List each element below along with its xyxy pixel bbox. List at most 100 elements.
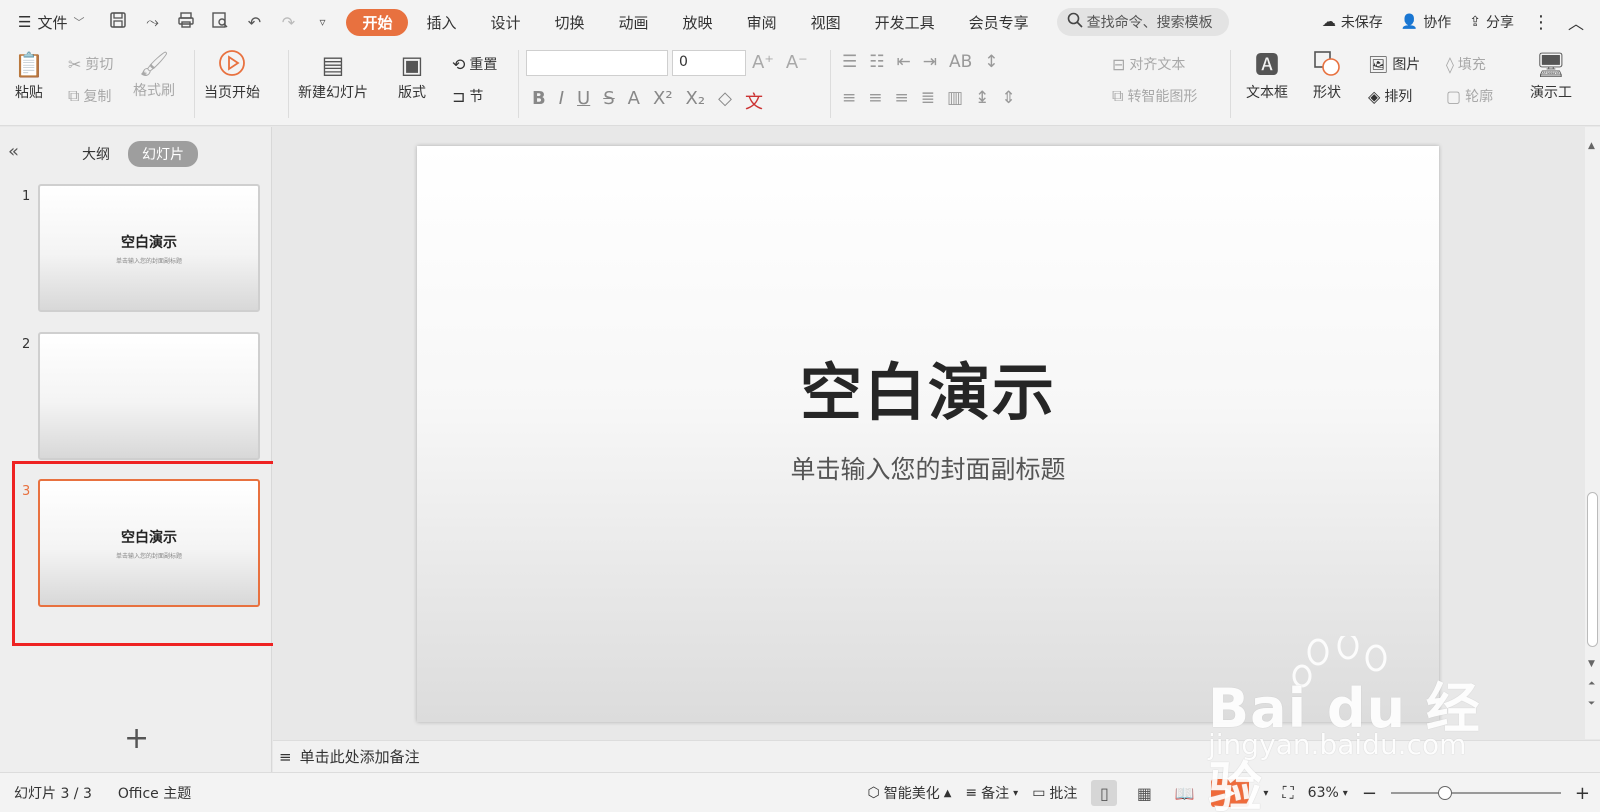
tab-transitions[interactable]: 切换	[539, 9, 601, 36]
section-button[interactable]: ⊐ 节	[452, 86, 483, 106]
justify-icon[interactable]: ≣	[921, 88, 935, 108]
scroll-down-icon[interactable]: ▼	[1588, 659, 1595, 669]
paragraph-spacing-icon[interactable]: ⇕	[1001, 88, 1015, 108]
more-options-icon[interactable]: ⋮	[1532, 12, 1550, 33]
bold-icon[interactable]: B	[532, 88, 546, 114]
tab-member[interactable]: 会员专享	[953, 9, 1045, 36]
share-button[interactable]: ⇪ 分享	[1469, 12, 1514, 32]
command-search-box[interactable]: 查找命令、搜索模板	[1056, 8, 1229, 36]
export-icon[interactable]: ⤳	[142, 12, 162, 32]
start-from-current-button[interactable]: 当页开始	[204, 48, 260, 102]
paste-button[interactable]: 📋 粘贴	[14, 48, 44, 102]
strikethrough-icon[interactable]: S	[603, 88, 614, 114]
format-painter-button[interactable]: 🖌 格式刷	[133, 50, 175, 100]
next-slide-icon[interactable]: ⏷	[1588, 699, 1595, 709]
share-icon: ⇪	[1469, 14, 1481, 30]
font-color-icon[interactable]: A	[628, 88, 640, 114]
smart-shape-button[interactable]: ⧉ 转智能图形	[1112, 86, 1197, 106]
add-slide-icon[interactable]: +	[124, 721, 149, 756]
smart-beautify-button[interactable]: ⬡ 智能美化 ▲	[867, 783, 951, 803]
play-circle-icon	[217, 48, 247, 82]
outline-button[interactable]: ▢ 轮廓	[1446, 86, 1493, 106]
text-direction-icon[interactable]: AB	[949, 52, 972, 72]
tab-home[interactable]: 开始	[346, 8, 409, 36]
scroll-up-icon[interactable]: ▲	[1588, 141, 1595, 151]
comments-button[interactable]: ▭ 批注	[1032, 783, 1077, 803]
undo-icon[interactable]: ↶	[244, 13, 264, 32]
search-placeholder: 查找命令、搜索模板	[1086, 15, 1213, 31]
tab-view[interactable]: 视图	[795, 9, 857, 36]
textbox-button[interactable]: 🅰 文本框	[1246, 48, 1288, 102]
picture-icon: 🖼	[1368, 54, 1389, 74]
menu-bar: ☰ 文件 ﹀ ⤳ ↶ ↷ ▿ 开始 插入 设计 切换 动画 放映 审阅 视图 开…	[0, 0, 1600, 44]
unsaved-status[interactable]: ☁ 未保存	[1322, 12, 1383, 32]
numbering-icon[interactable]: ☷	[869, 52, 884, 72]
picture-button[interactable]: 🖼 图片	[1368, 54, 1420, 74]
align-right-icon[interactable]: ≡	[895, 88, 909, 108]
bullets-icon[interactable]: ☰	[842, 52, 857, 72]
align-text-button[interactable]: ⊟ 对齐文本	[1112, 54, 1185, 74]
italic-icon[interactable]: I	[559, 88, 564, 114]
slide-title[interactable]: 空白演示	[800, 342, 1056, 432]
reset-button[interactable]: ⟲ 重置	[452, 54, 497, 74]
eraser-icon[interactable]: ◇	[718, 88, 732, 114]
grid-icon: ▦	[1136, 783, 1152, 803]
tab-outline[interactable]: 大纲	[74, 142, 118, 166]
sorter-view-button[interactable]: ▦	[1131, 780, 1157, 806]
line-spacing-icon[interactable]: ↨	[975, 88, 989, 108]
decrease-indent-icon[interactable]: ⇤	[897, 52, 911, 72]
redo-icon[interactable]: ↷	[278, 13, 298, 32]
tab-design[interactable]: 设计	[475, 9, 537, 36]
tab-developer[interactable]: 开发工具	[859, 9, 951, 36]
scrollbar-thumb[interactable]	[1587, 492, 1598, 647]
subscript-icon[interactable]: X₂	[686, 88, 706, 114]
tab-slideshow[interactable]: 放映	[667, 9, 729, 36]
collapse-ribbon-icon[interactable]: ︿	[1568, 10, 1584, 34]
new-slide-button[interactable]: ▤ 新建幻灯片	[298, 48, 368, 102]
tab-insert[interactable]: 插入	[410, 9, 472, 36]
cloud-icon: ☁	[1321, 14, 1336, 30]
shape-button[interactable]: 形状	[1312, 48, 1342, 102]
slide-subtitle[interactable]: 单击输入您的封面副标题	[790, 450, 1065, 486]
cut-button[interactable]: ✂ 剪切	[68, 54, 113, 74]
notes-toggle-label: 备注	[981, 786, 1010, 802]
distribute-icon[interactable]: ▥	[947, 88, 963, 108]
fill-button[interactable]: ◊ 填充	[1446, 54, 1486, 74]
increase-font-icon[interactable]: A⁺	[752, 52, 774, 73]
phonetic-icon[interactable]: 文	[745, 88, 763, 114]
present-tools-button[interactable]: 🖥 演示工	[1530, 48, 1572, 102]
print-icon[interactable]	[176, 11, 196, 33]
underline-icon[interactable]: U	[577, 88, 590, 114]
collapse-panel-icon[interactable]: «	[8, 141, 19, 162]
tab-slides[interactable]: 幻灯片	[128, 141, 198, 167]
theme-name[interactable]: Office 主题	[118, 783, 191, 803]
align-center-icon[interactable]: ≡	[868, 88, 882, 108]
sort-icon[interactable]: ↕	[984, 52, 998, 72]
slide-thumbnail-1[interactable]: 空白演示 单击输入您的封面副标题	[38, 184, 260, 312]
reading-view-button[interactable]: 📖	[1171, 780, 1197, 806]
increase-indent-icon[interactable]: ⇥	[923, 52, 937, 72]
zoom-in-icon[interactable]: +	[1575, 783, 1590, 804]
cube-icon: ⬡	[867, 785, 880, 801]
save-icon[interactable]	[108, 11, 128, 33]
normal-view-button[interactable]: ▯	[1091, 780, 1118, 806]
fill-bucket-icon: ◊	[1446, 54, 1454, 74]
superscript-icon[interactable]: X²	[653, 88, 673, 114]
vertical-scrollbar[interactable]: ▲ ▼ ⏶ ⏷	[1585, 127, 1600, 739]
copy-button[interactable]: ⧉ 复制	[68, 86, 111, 106]
layout-button[interactable]: ▣ 版式	[398, 48, 426, 102]
file-menu-button[interactable]: ☰ 文件 ﹀	[18, 12, 84, 33]
font-size-select[interactable]: 0	[672, 50, 746, 76]
decrease-font-icon[interactable]: A⁻	[786, 52, 808, 73]
prev-slide-icon[interactable]: ⏶	[1588, 679, 1595, 689]
print-preview-icon[interactable]	[210, 11, 230, 33]
slide-thumbnail-2[interactable]	[38, 332, 260, 460]
collaborate-button[interactable]: 👤 协作	[1401, 12, 1451, 32]
customize-toolbar-icon[interactable]: ▿	[312, 15, 332, 29]
font-family-select[interactable]	[526, 50, 668, 76]
tab-review[interactable]: 审阅	[731, 9, 793, 36]
tab-animations[interactable]: 动画	[603, 9, 665, 36]
align-left-icon[interactable]: ≡	[842, 88, 856, 108]
notes-toggle-button[interactable]: ≡ 备注 ▾	[965, 783, 1018, 803]
arrange-button[interactable]: ◈ 排列	[1368, 86, 1412, 106]
